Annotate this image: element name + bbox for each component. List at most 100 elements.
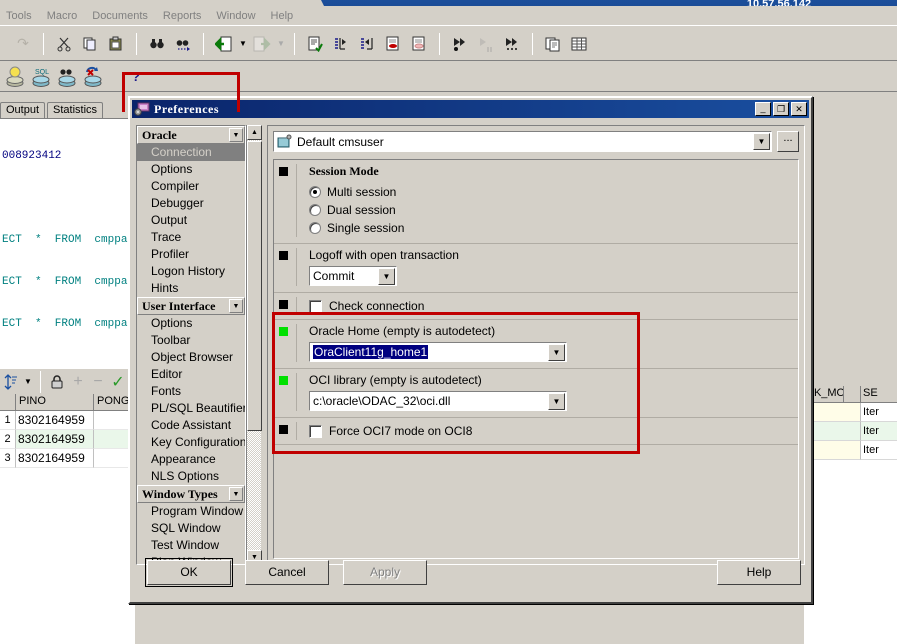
chevron-down-icon[interactable]: ▼ [229,487,243,501]
post-record-icon[interactable]: ✓ [109,370,127,394]
sidebar-item-connection[interactable]: Connection [137,144,245,161]
chevron-down-icon[interactable]: ▼ [378,267,395,285]
setting-marker[interactable] [274,248,296,286]
radio-indicator[interactable] [309,204,321,216]
table-row[interactable]: Iter [804,441,897,460]
cancel-button[interactable]: Cancel [245,559,329,585]
oci-library-value[interactable]: c:\oracle\ODAC_32\oci.dll [313,394,547,408]
sidebar-item-toolbar[interactable]: Toolbar [137,332,245,349]
help-button[interactable]: Help [717,559,801,585]
sidebar-item-profiler[interactable]: Profiler [137,246,245,263]
setting-marker[interactable] [274,324,296,362]
checkbox-indicator[interactable] [309,299,322,313]
tree-scrollbar[interactable]: ▲ ▼ [246,125,262,565]
right-result-grid[interactable]: NK_MO SE Iter Iter Iter [804,386,897,476]
menu-item-macro[interactable]: Macro [47,10,78,22]
sort-icon[interactable] [2,370,20,394]
new-session-icon[interactable] [2,65,28,89]
cell-pino[interactable]: 8302164959 [16,411,94,430]
lock-icon[interactable] [47,370,67,394]
right-grid-col-blank[interactable] [844,386,861,402]
find-icon[interactable] [144,32,170,56]
execute-icon[interactable] [302,32,328,56]
disconnect-icon[interactable] [80,65,106,89]
radio-indicator[interactable] [309,186,321,198]
sidebar-item-debugger[interactable]: Debugger [137,195,245,212]
cell-se[interactable]: Iter [861,422,897,441]
duplicate-window-icon[interactable] [540,32,566,56]
sidebar-item-editor[interactable]: Editor [137,366,245,383]
table-row[interactable]: 1 8302164959 [0,411,135,430]
scroll-up-button[interactable]: ▲ [247,125,262,140]
minimize-button[interactable]: _ [755,102,771,116]
help-question-glyph[interactable]: ? [132,69,140,84]
run-to-icon[interactable] [499,32,525,56]
checkbox-indicator[interactable] [309,424,322,438]
menu-item-reports[interactable]: Reports [163,10,202,22]
delete-record-icon[interactable]: − [89,370,107,394]
table-row[interactable]: Iter [804,403,897,422]
copy-icon[interactable] [77,32,103,56]
sidebar-item-compiler[interactable]: Compiler [137,178,245,195]
tab-output[interactable]: Output [0,102,46,118]
dialog-titlebar[interactable]: Preferences _ ❐ ✕ [132,100,809,118]
left-result-grid[interactable]: PINO PONG 1 8302164959 2 8302164959 3 83… [0,394,135,470]
sidebar-item-program-window[interactable]: Program Window [137,503,245,520]
tree-category-oracle[interactable]: Oracle ▼ [137,126,245,144]
radio-dual-session[interactable]: Dual session [309,201,798,219]
tree-category-window-types[interactable]: Window Types ▼ [137,485,245,503]
browse-database-icon[interactable] [54,65,80,89]
remove-breakpoints-icon[interactable] [406,32,432,56]
radio-multi-session[interactable]: Multi session [309,183,798,201]
chevron-down-icon[interactable]: ▼ [229,299,243,313]
setting-marker[interactable] [274,422,296,440]
table-row[interactable]: Iter [804,422,897,441]
run-icon[interactable] [447,32,473,56]
chevron-down-icon[interactable]: ▼ [548,392,565,410]
cell-pino[interactable]: 8302164959 [16,449,94,468]
sidebar-item-nls-options[interactable]: NLS Options [137,468,245,485]
sidebar-item-options[interactable]: Options [137,161,245,178]
cut-icon[interactable] [51,32,77,56]
chevron-down-icon[interactable]: ▼ [753,133,770,150]
tree-category-user-interface[interactable]: User Interface ▼ [137,297,245,315]
sidebar-item-object-browser[interactable]: Object Browser [137,349,245,366]
setting-marker[interactable] [274,164,296,237]
ok-button[interactable]: OK [145,557,233,587]
menu-item-documents[interactable]: Documents [92,10,148,22]
pause-icon[interactable] [473,32,499,56]
sidebar-item-plsql-beautifier[interactable]: PL/SQL Beautifier [137,400,245,417]
menu-item-help[interactable]: Help [271,10,294,22]
new-sql-window-icon[interactable]: SQL [28,65,54,89]
sql-editor-area[interactable]: 008923412 ECT * FROM cmppa ECT * FROM cm… [0,118,135,368]
oci-library-dropdown[interactable]: c:\oracle\ODAC_32\oci.dll ▼ [309,391,567,411]
sidebar-item-output[interactable]: Output [137,212,245,229]
scrollbar-thumb[interactable] [247,141,262,431]
paste-icon[interactable] [103,32,129,56]
profile-browse-button[interactable]: ... [777,131,799,152]
menu-item-window[interactable]: Window [216,10,255,22]
grid-window-icon[interactable] [566,32,592,56]
table-row[interactable]: 3 8302164959 [0,449,135,468]
find-next-icon[interactable] [170,32,196,56]
open-icon[interactable] [211,32,237,56]
profile-combobox[interactable]: Default cmsuser ▼ [273,131,772,152]
cell-se[interactable]: Iter [861,403,897,422]
sidebar-item-ui-options[interactable]: Options [137,315,245,332]
cell-pino[interactable]: 8302164959 [16,430,94,449]
open-dropdown-arrow[interactable]: ▼ [237,32,249,56]
sidebar-item-logon-history[interactable]: Logon History [137,263,245,280]
menu-item-tools[interactable]: Tools [6,10,32,22]
left-grid-col-pino[interactable]: PINO [16,394,94,410]
cell-se[interactable]: Iter [861,441,897,460]
setting-marker[interactable] [274,373,296,411]
oracle-home-value[interactable]: OraClient11g_home1 [313,345,429,359]
sidebar-item-sql-window[interactable]: SQL Window [137,520,245,537]
radio-indicator[interactable] [309,222,321,234]
breakpoint-icon[interactable] [380,32,406,56]
chevron-down-icon[interactable]: ▼ [548,343,565,361]
sidebar-item-code-assistant[interactable]: Code Assistant [137,417,245,434]
checkbox-force-oci7[interactable]: Force OCI7 mode on OCI8 [309,422,798,440]
save-icon[interactable] [249,32,275,56]
redo-icon[interactable]: ↷ [10,32,36,56]
